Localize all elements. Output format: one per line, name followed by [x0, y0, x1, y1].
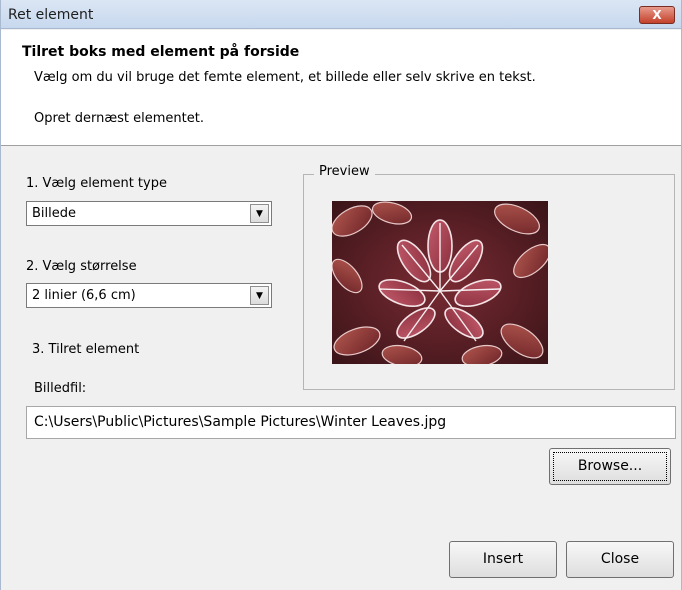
header-instruction: Opret dernæst elementet.	[34, 111, 204, 126]
chevron-down-icon[interactable]: ▼	[250, 286, 269, 305]
chevron-down-icon[interactable]: ▼	[250, 204, 269, 223]
header-description: Vælg om du vil bruge det femte element, …	[34, 70, 536, 85]
close-window-icon[interactable]: X	[639, 6, 675, 24]
winter-leaves-photo-icon	[332, 201, 548, 364]
image-file-input[interactable]: C:\Users\Public\Pictures\Sample Pictures…	[26, 406, 676, 439]
title-bar[interactable]: Ret element X	[1, 0, 681, 29]
size-value: 2 linier (6,6 cm)	[32, 288, 136, 303]
close-button[interactable]: Close	[566, 541, 674, 578]
edit-element-label: 3. Tilret element	[32, 342, 140, 357]
element-type-select[interactable]: Billede ▼	[26, 201, 272, 226]
element-type-label: 1. Vælg element type	[26, 176, 167, 191]
header-title: Tilret boks med element på forside	[22, 44, 300, 60]
image-file-value: C:\Users\Public\Pictures\Sample Pictures…	[34, 414, 447, 430]
dialog-window: Ret element X Tilret boks med element på…	[0, 0, 682, 590]
preview-legend: Preview	[314, 164, 375, 179]
size-select[interactable]: 2 linier (6,6 cm) ▼	[26, 283, 272, 308]
insert-button[interactable]: Insert	[449, 541, 557, 578]
preview-image	[332, 201, 548, 364]
size-label: 2. Vælg størrelse	[26, 259, 137, 274]
image-file-label: Billedfil:	[34, 381, 87, 396]
element-type-value: Billede	[32, 206, 77, 221]
focus-outline	[553, 452, 667, 481]
window-title: Ret element	[8, 7, 94, 23]
dialog-header: Tilret boks med element på forside Vælg …	[1, 30, 681, 146]
browse-button[interactable]: Browse...	[549, 448, 671, 485]
